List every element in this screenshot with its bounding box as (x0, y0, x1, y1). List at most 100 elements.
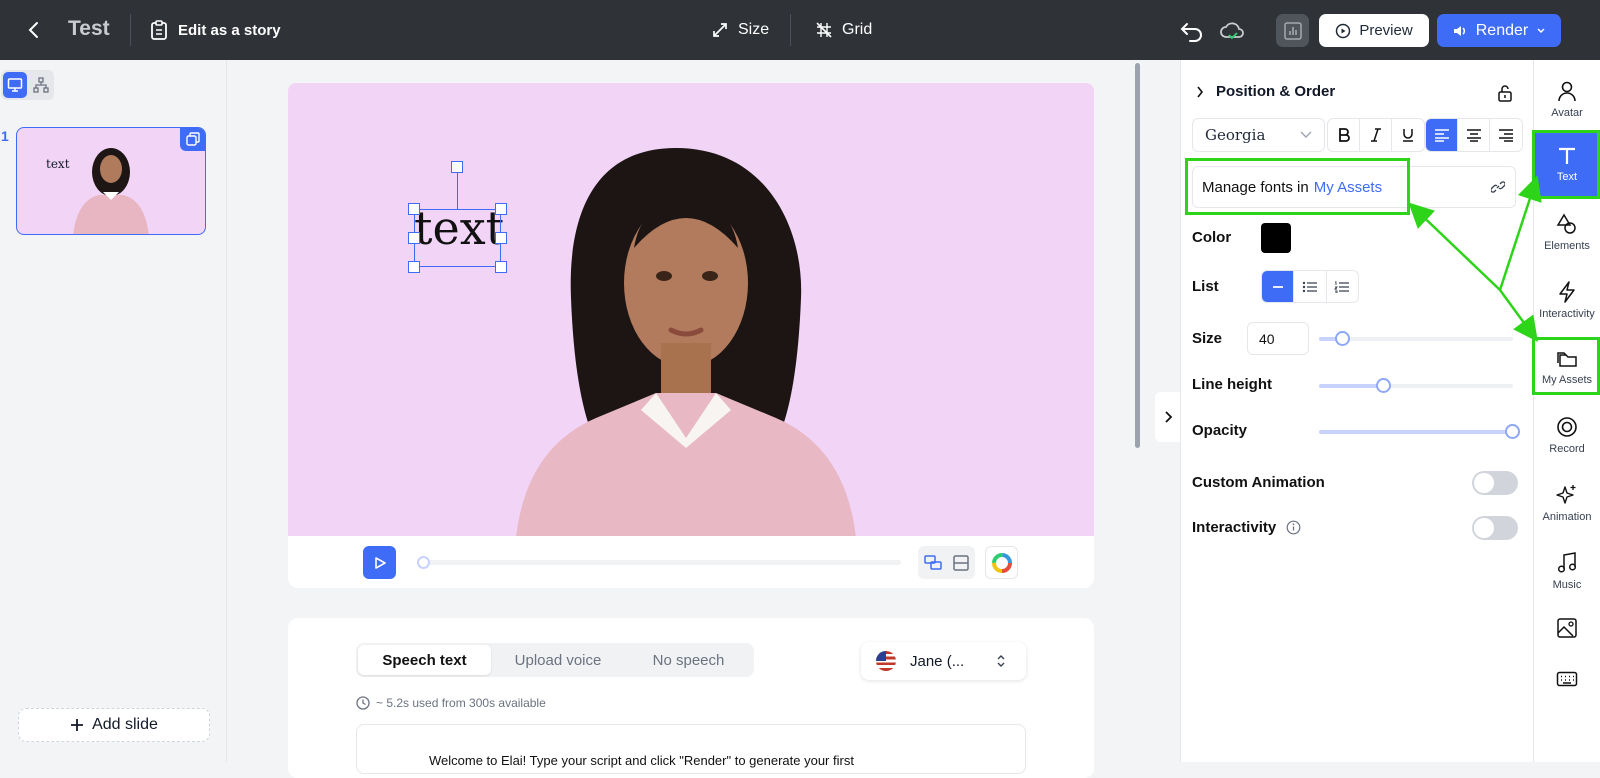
align-left-button[interactable] (1426, 119, 1458, 151)
timeline-knob[interactable] (417, 556, 430, 569)
rotation-line (457, 173, 458, 209)
rail-item-music[interactable]: Music (1534, 538, 1600, 604)
layers-icon[interactable] (924, 554, 942, 571)
color-wheel-icon (991, 552, 1012, 573)
speech-tabs: Speech text Upload voice No speech (356, 643, 754, 677)
chevron-down-icon (1300, 131, 1312, 138)
resize-handle[interactable] (495, 232, 507, 244)
add-slide-button[interactable]: Add slide (18, 708, 210, 742)
canvas-scrollbar[interactable] (1135, 63, 1140, 448)
grid-label: Grid (842, 21, 873, 38)
slide-thumbnail[interactable]: text (16, 127, 206, 235)
line-height-slider[interactable] (1319, 378, 1513, 393)
chevron-right-icon (1165, 411, 1173, 423)
usage-text: ~ 5.2s used from 300s available (376, 696, 546, 710)
preview-button[interactable]: Preview (1319, 14, 1429, 47)
color-label: Color (1192, 229, 1232, 246)
opacity-label: Opacity (1192, 422, 1248, 439)
align-center-button[interactable] (1458, 119, 1490, 151)
person-icon (1558, 81, 1576, 101)
bold-button[interactable] (1328, 119, 1360, 151)
duplicate-icon (186, 132, 200, 146)
link-icon[interactable] (1491, 180, 1505, 194)
opacity-slider[interactable] (1319, 424, 1520, 439)
render-label: Render (1475, 21, 1529, 39)
resize-handle[interactable] (495, 261, 507, 273)
voice-selector[interactable]: Jane (... (861, 642, 1026, 680)
rail-label: Record (1549, 442, 1585, 455)
text-color-swatch[interactable] (1261, 223, 1291, 253)
back-arrow-icon[interactable] (22, 18, 46, 42)
font-size-input[interactable]: 40 (1247, 322, 1309, 355)
font-select[interactable]: Georgia (1192, 118, 1325, 152)
timeline-track[interactable] (417, 560, 901, 565)
info-icon[interactable] (1286, 520, 1301, 535)
slide-canvas[interactable]: text (288, 83, 1094, 536)
rail-item-record[interactable]: Record (1534, 402, 1600, 468)
layout-toggle (918, 546, 975, 579)
avatar-image[interactable] (516, 148, 856, 536)
record-icon (1557, 416, 1577, 437)
font-size-slider[interactable] (1319, 331, 1513, 346)
size-label: Size (738, 21, 770, 38)
slides-view-button[interactable] (3, 72, 27, 98)
color-wheel-button[interactable] (985, 546, 1018, 579)
edit-as-story-button[interactable]: Edit as a story (150, 18, 281, 42)
duplicate-slide-button[interactable] (180, 128, 205, 151)
script-textarea[interactable]: Welcome to Elai! Type your script and cl… (356, 724, 1026, 774)
tab-no-speech[interactable]: No speech (625, 645, 752, 675)
dash-icon (1272, 285, 1283, 288)
size-label: Size (1192, 330, 1223, 347)
play-icon (374, 556, 386, 569)
align-right-button[interactable] (1490, 119, 1522, 151)
rail-item-elements[interactable]: Elements (1534, 199, 1600, 265)
underline-button[interactable] (1392, 119, 1424, 151)
play-button[interactable] (363, 546, 396, 579)
split-layout-icon[interactable] (953, 554, 969, 571)
tab-upload-voice[interactable]: Upload voice (493, 645, 623, 675)
slider-thumb[interactable] (1376, 378, 1392, 393)
us-flag-icon (876, 651, 896, 671)
resize-handle[interactable] (408, 261, 420, 273)
rotate-handle[interactable] (451, 161, 463, 173)
project-title[interactable]: Test (68, 17, 110, 41)
underline-icon (1403, 129, 1413, 142)
thumbnail-avatar (73, 148, 149, 234)
rail-item-interactivity[interactable]: Interactivity (1534, 267, 1600, 333)
list-none-button[interactable] (1262, 271, 1295, 302)
resize-handle[interactable] (408, 203, 420, 215)
analytics-button[interactable] (1276, 14, 1309, 47)
custom-animation-toggle[interactable] (1472, 471, 1518, 495)
rail-label: Elements (1544, 239, 1590, 252)
position-order-section[interactable]: Position & Order (1196, 83, 1335, 100)
bullet-list-button[interactable] (1294, 271, 1327, 302)
collapse-panel-button[interactable] (1155, 392, 1181, 442)
render-button[interactable]: Render (1437, 14, 1561, 47)
unlock-icon[interactable] (1497, 84, 1513, 102)
line-height-label: Line height (1192, 376, 1272, 393)
tree-view-button[interactable] (29, 72, 53, 98)
size-button[interactable]: Size (712, 18, 769, 42)
speaker-icon (1453, 25, 1465, 36)
rail-item-avatar[interactable]: Avatar (1534, 66, 1600, 132)
rail-item-image[interactable] (1534, 598, 1600, 658)
plus-icon (71, 719, 84, 731)
resize-handle[interactable] (408, 232, 420, 244)
rail-item-animation[interactable]: Animation (1534, 470, 1600, 536)
resize-icon (713, 23, 727, 37)
italic-button[interactable] (1360, 119, 1392, 151)
undo-icon[interactable] (1178, 16, 1206, 44)
script-text: Welcome to Elai! Type your script and cl… (429, 753, 854, 768)
align-right-icon (1499, 129, 1513, 142)
rail-item-keyboard[interactable] (1534, 654, 1600, 704)
preview-label: Preview (1359, 22, 1413, 39)
rail-label: Avatar (1551, 106, 1583, 119)
numbered-list-button[interactable] (1327, 271, 1358, 302)
interactivity-toggle[interactable] (1472, 516, 1518, 540)
list-label: List (1192, 278, 1219, 295)
slider-thumb[interactable] (1505, 424, 1520, 439)
grid-button[interactable]: Grid (816, 18, 872, 42)
tab-speech-text[interactable]: Speech text (358, 645, 491, 675)
clipboard-icon (151, 20, 167, 40)
resize-handle[interactable] (495, 203, 507, 215)
